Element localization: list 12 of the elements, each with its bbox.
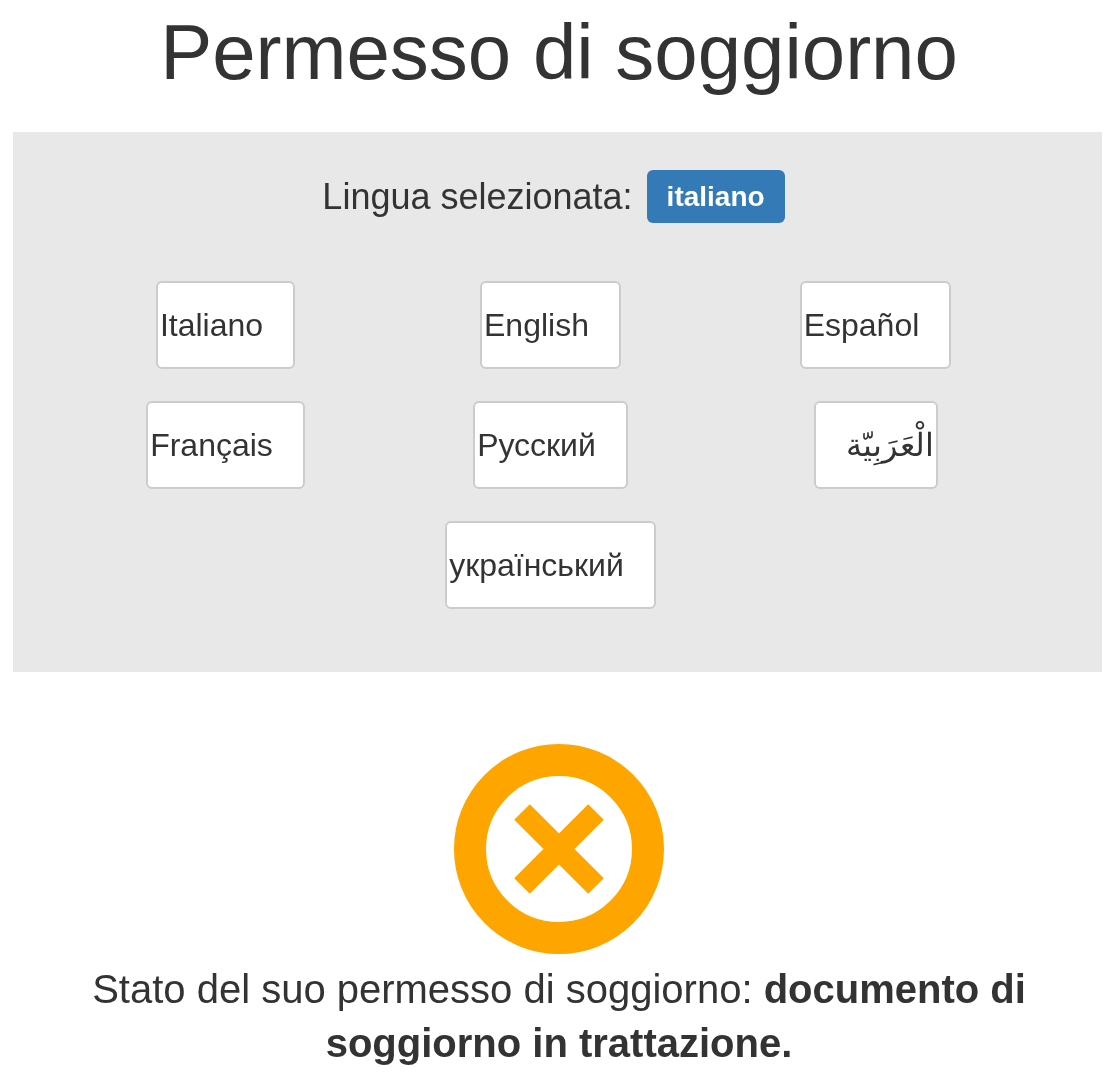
language-button[interactable]: український	[445, 521, 656, 609]
selected-language-label: Lingua selezionata:	[322, 175, 633, 218]
language-button[interactable]: Français	[146, 401, 305, 489]
language-button[interactable]: Español	[799, 281, 952, 369]
page-title: Permesso di soggiorno	[159, 7, 959, 98]
language-button[interactable]: Italiano	[155, 281, 296, 369]
status-x-icon	[454, 744, 664, 954]
status-message: Stato del suo permesso di soggiorno: documento di soggiorno in trattazione.	[91, 966, 1027, 1067]
language-button[interactable]: English	[480, 281, 621, 369]
language-button[interactable]: الْعَرَبِيّة	[813, 401, 938, 489]
selected-language-badge: italiano	[646, 170, 785, 223]
language-button[interactable]: Русский	[473, 401, 628, 489]
